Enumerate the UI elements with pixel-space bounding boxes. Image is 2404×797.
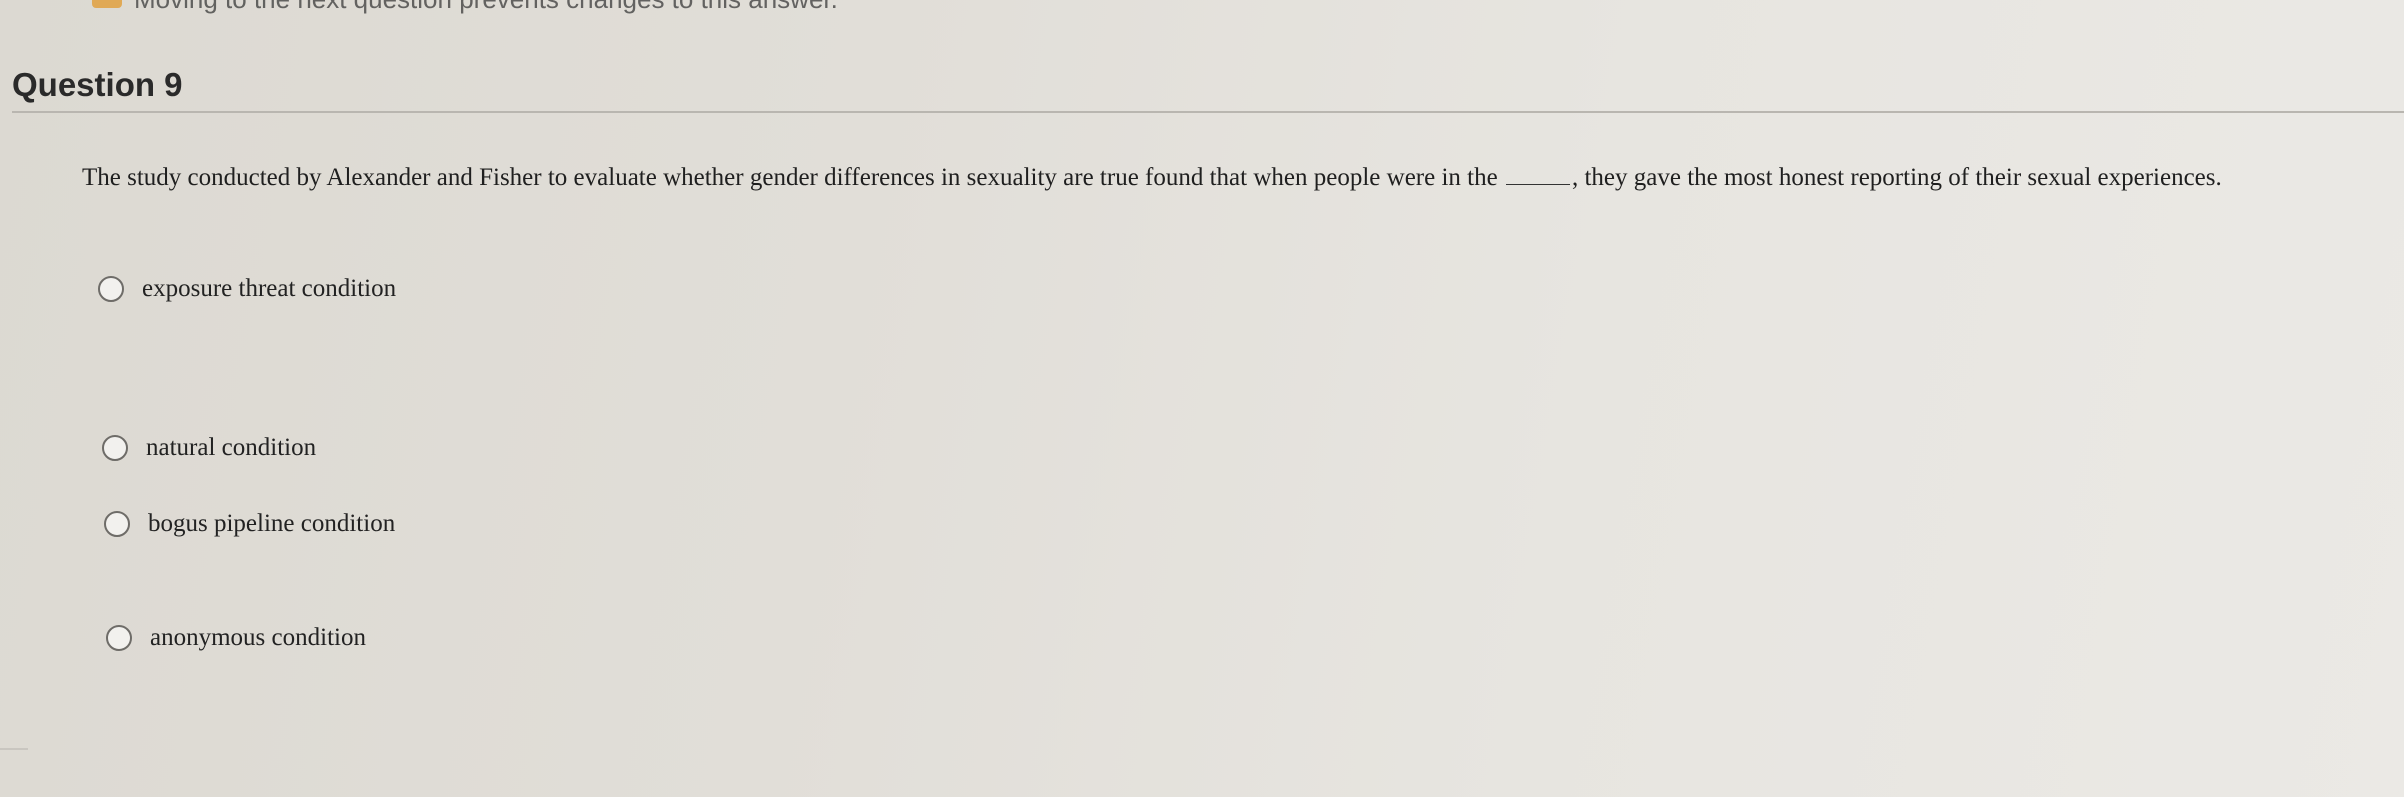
question-text-after-blank: , they gave the most honest reporting of… xyxy=(1571,164,2222,191)
question-title: Question 9 xyxy=(12,66,183,103)
question-text-before-blank: The study conducted by Alexander and Fis… xyxy=(82,164,1498,191)
option-label[interactable]: bogus pipeline condition xyxy=(148,510,395,538)
option-label[interactable]: anonymous condition xyxy=(150,624,366,652)
answer-option-bogus-pipeline[interactable]: bogus pipeline condition xyxy=(104,510,395,538)
divider xyxy=(0,748,28,750)
question-text: The study conducted by Alexander and Fis… xyxy=(82,164,2222,192)
answer-option-natural[interactable]: natural condition xyxy=(102,434,316,462)
radio-button[interactable] xyxy=(102,435,128,461)
option-label[interactable]: natural condition xyxy=(146,434,316,462)
navigation-warning: Moving to the next question prevents cha… xyxy=(92,0,838,15)
answer-option-exposure-threat[interactable]: exposure threat condition xyxy=(98,275,396,303)
radio-button[interactable] xyxy=(98,276,124,302)
answer-option-anonymous[interactable]: anonymous condition xyxy=(106,624,366,652)
option-label[interactable]: exposure threat condition xyxy=(142,275,396,303)
radio-button[interactable] xyxy=(104,511,130,537)
question-header: Question 9 xyxy=(12,66,2404,113)
navigation-warning-text: Moving to the next question prevents cha… xyxy=(92,0,838,14)
answer-blank xyxy=(1505,164,1570,185)
radio-button[interactable] xyxy=(106,625,132,651)
